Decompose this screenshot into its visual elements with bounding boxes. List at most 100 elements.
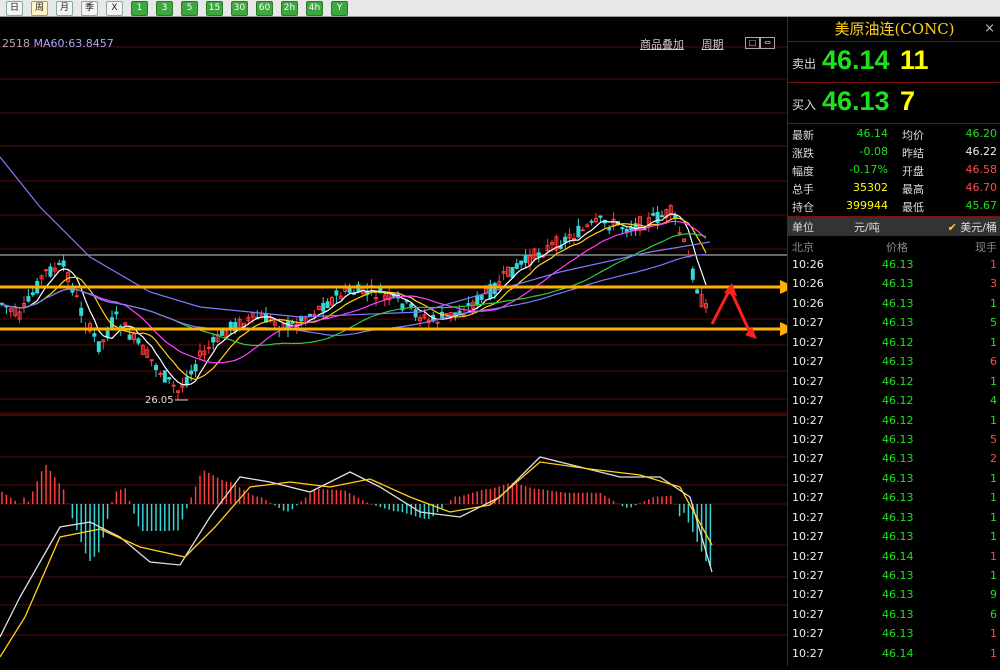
stat-label: 持仓 [792,201,814,214]
tick-row: 10:27 46.13 1 [788,566,1000,585]
tick-volume: 4 [990,394,997,408]
period-button[interactable]: 3 [156,1,173,16]
candle-body [96,341,101,352]
unit-alt[interactable]: ✔ 美元/桶 [948,219,997,235]
tick-volume: 1 [990,491,997,505]
stat-value: 46.14 [856,127,889,140]
candle-body [690,268,695,280]
stat-value: -0.08 [859,145,888,158]
period-button[interactable]: 1 [131,1,148,16]
ticks-list: 10:26 46.13 1 10:26 46.13 3 10:26 46.13 1 10:27 46… [788,255,1000,663]
candle-body [510,267,515,278]
period-button[interactable]: 周 [31,1,48,16]
candle-body [629,227,634,231]
period-button[interactable]: 2h [281,1,298,16]
candle-body [74,295,79,298]
candlestick-chart[interactable]: 26.05 2518 MA60:63.8457 商品叠加 周期 □ ⇔ [0,17,795,666]
close-icon[interactable]: × [984,17,995,41]
stat-value: 45.67 [965,199,998,212]
tick-time: 10:27 [792,394,824,408]
tick-price: 46.13 [882,607,914,621]
tick-price: 46.13 [882,258,914,271]
chart-tools: 商品叠加 周期 [640,36,738,52]
tick-time: 10:26 [792,258,824,271]
candle-body [114,311,119,315]
candle-body [220,330,224,336]
tick-price: 46.13 [882,588,914,602]
buy-volume: 7 [900,86,916,116]
symbol-name: 美原油连(CONC) [834,20,955,38]
candle-body [677,232,682,235]
candle-body [136,338,141,344]
tick-price: 46.13 [882,316,914,330]
tick-row: 10:27 46.13 6 [788,605,1000,624]
candle-body [409,303,414,308]
chart-canvas[interactable]: 26.05 [0,17,795,666]
unit-label: 单位 [792,221,814,234]
buy-price: 46.13 [822,86,890,116]
stat-label: 涨跌 [792,147,814,160]
stat-value: 46.20 [965,127,998,140]
candle-body [167,376,172,380]
tick-volume: 1 [990,258,997,271]
period-link[interactable]: 周期 [702,38,724,51]
period-button[interactable]: 季 [81,1,98,16]
period-button[interactable]: Y [331,1,348,16]
tick-volume: 9 [990,588,997,602]
period-button[interactable]: 15 [206,1,223,16]
tick-volume: 1 [990,530,997,544]
tick-volume: 5 [990,432,997,446]
overlay-link[interactable]: 商品叠加 [640,38,684,51]
period-button[interactable]: 60 [256,1,273,16]
stat-value: 35302 [853,181,888,194]
window-restore-icon[interactable]: □ [745,37,760,49]
macd-dif-line [0,456,713,638]
tick-price: 46.13 [882,530,914,544]
candle-body [514,263,519,269]
candle-body [189,370,194,375]
window-shrink-icon[interactable]: ⇔ [760,37,775,49]
ma-legend: 2518 MA60:63.8457 [2,37,114,50]
tick-row: 10:27 46.13 1 [788,527,1000,546]
tick-time: 10:27 [792,510,824,524]
candle-body [475,295,480,306]
period-button[interactable]: 4h [306,1,323,16]
ticks-head-price: 价格 [886,241,908,254]
tick-row: 10:26 46.13 3 [788,274,1000,293]
ticks-head-time: 北京 [792,241,814,254]
low-price-label: 26.05 [145,395,174,406]
candle-body [30,292,35,296]
candle-body [492,283,497,294]
candle-body [321,302,326,312]
tick-volume: 1 [990,471,997,485]
candle-body [308,313,312,316]
stats-row: 幅度 -0.17% 开盘 46.58 [788,161,1000,179]
sell-price: 46.14 [822,45,890,75]
tick-price: 46.13 [882,355,914,369]
tick-time: 10:27 [792,569,824,582]
candle-body [466,303,471,306]
period-button[interactable]: X [106,1,123,16]
tick-row: 10:27 46.14 1 [788,547,1000,566]
tick-volume: 1 [990,413,997,427]
tick-time: 10:27 [792,335,824,349]
period-button[interactable]: 日 [6,1,23,16]
period-button[interactable]: 月 [56,1,73,16]
candle-body [92,333,97,337]
candle-body [79,307,84,316]
tick-time: 10:27 [792,491,824,505]
tick-row: 10:27 46.12 1 [788,372,1000,391]
tick-price: 46.13 [882,569,914,582]
stats-table: 最新 46.14 均价 46.20 涨跌 -0.08 昨结 46.22 幅度 -0.17% 开盘 46… [788,124,1000,217]
tick-price: 46.12 [882,413,914,427]
tick-price: 46.13 [882,296,914,310]
tick-time: 10:27 [792,432,824,446]
unit-value[interactable]: 元/吨 [854,219,880,235]
period-button[interactable]: 30 [231,1,248,16]
stat-value: 399944 [846,199,888,212]
tick-time: 10:27 [792,471,824,485]
tick-volume: 1 [990,296,997,310]
ticks-head-vol: 现手 [975,241,997,254]
period-button[interactable]: 5 [181,1,198,16]
tick-time: 10:27 [792,607,824,621]
